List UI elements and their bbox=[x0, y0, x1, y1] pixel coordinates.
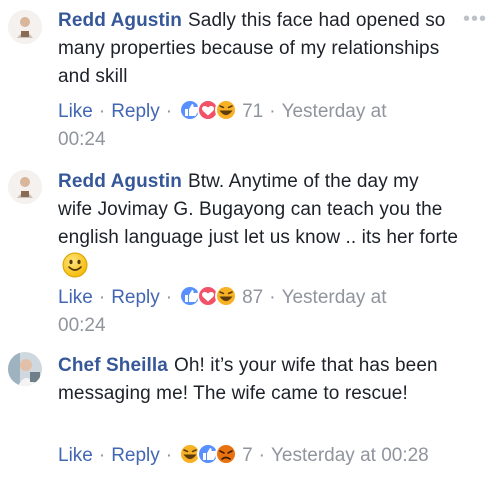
reactions-summary-icon[interactable] bbox=[178, 442, 240, 466]
avatar[interactable] bbox=[8, 10, 42, 44]
reaction-count[interactable]: 71 bbox=[242, 101, 263, 122]
comment-actions: Like · Reply · 71 · Yesterday at 00:24 bbox=[58, 98, 438, 154]
author-name[interactable]: Redd Agustin bbox=[58, 171, 182, 192]
comment-body: Redd Agustin Sadly this face had opened s… bbox=[58, 7, 458, 91]
author-name[interactable]: Redd Agustin bbox=[58, 10, 182, 31]
reactions-summary-icon[interactable] bbox=[178, 98, 240, 122]
separator: · bbox=[165, 287, 173, 308]
avatar[interactable] bbox=[8, 352, 42, 386]
reply-link[interactable]: Reply bbox=[111, 445, 160, 466]
reactions-summary-icon[interactable] bbox=[178, 284, 240, 308]
reaction-count[interactable]: 7 bbox=[242, 445, 253, 466]
smiley-icon bbox=[62, 252, 88, 287]
separator: · bbox=[98, 287, 106, 308]
like-link[interactable]: Like bbox=[58, 287, 93, 308]
avatar-image bbox=[8, 352, 42, 386]
comment-actions: Like · Reply · 7 · Yesterday at 00:28 bbox=[58, 442, 438, 470]
avatar-image bbox=[8, 10, 42, 44]
separator: · bbox=[165, 101, 173, 122]
separator: · bbox=[98, 445, 106, 466]
comment-actions: Like · Reply · 87 · Yesterday at 00:24 bbox=[58, 284, 438, 340]
more-options-icon[interactable]: ••• bbox=[463, 9, 487, 29]
like-link[interactable]: Like bbox=[58, 445, 93, 466]
separator: · bbox=[165, 445, 173, 466]
avatar[interactable] bbox=[8, 170, 42, 204]
separator: · bbox=[258, 445, 265, 466]
comment-body: Chef Sheilla Oh! it’s your wife that has … bbox=[58, 352, 458, 408]
comment-1: ••• Redd Agustin Sadly this face had open… bbox=[0, 0, 499, 160]
reaction-count[interactable]: 87 bbox=[242, 287, 263, 308]
avatar-image bbox=[8, 170, 42, 204]
comment-2: Redd Agustin Btw. Anytime of the day my w… bbox=[0, 160, 499, 340]
reply-link[interactable]: Reply bbox=[111, 101, 160, 122]
comment-3: Chef Sheilla Oh! it’s your wife that has … bbox=[0, 340, 499, 502]
timestamp[interactable]: Yesterday at 00:28 bbox=[271, 445, 429, 466]
author-name[interactable]: Chef Sheilla bbox=[58, 355, 168, 376]
comment-body: Redd Agustin Btw. Anytime of the day my w… bbox=[58, 168, 458, 287]
separator: · bbox=[98, 101, 106, 122]
separator: · bbox=[269, 287, 276, 308]
reply-link[interactable]: Reply bbox=[111, 287, 160, 308]
separator: · bbox=[269, 101, 276, 122]
like-link[interactable]: Like bbox=[58, 101, 93, 122]
